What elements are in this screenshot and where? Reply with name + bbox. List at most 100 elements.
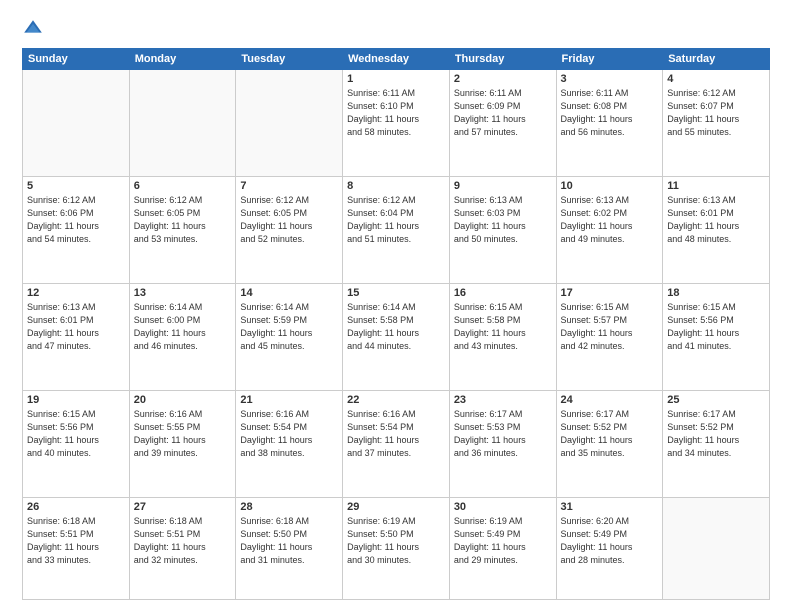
calendar-week-2: 12 Sunrise: 6:13 AM Sunset: 6:01 PM Dayli… [23,284,770,391]
calendar-cell: 13 Sunrise: 6:14 AM Sunset: 6:00 PM Dayli… [129,284,236,391]
day-number: 16 [454,287,552,299]
day-info: Sunrise: 6:15 AM Sunset: 5:56 PM Dayligh… [27,408,125,460]
day-info: Sunrise: 6:12 AM Sunset: 6:06 PM Dayligh… [27,194,125,246]
calendar-cell [236,70,343,177]
weekday-header-friday: Friday [556,49,663,70]
page: SundayMondayTuesdayWednesdayThursdayFrid… [0,0,792,612]
day-number: 18 [667,287,765,299]
day-number: 13 [134,287,232,299]
calendar-week-3: 19 Sunrise: 6:15 AM Sunset: 5:56 PM Dayli… [23,391,770,498]
calendar-cell: 20 Sunrise: 6:16 AM Sunset: 5:55 PM Dayli… [129,391,236,498]
weekday-header-thursday: Thursday [449,49,556,70]
day-number: 24 [561,394,659,406]
day-info: Sunrise: 6:19 AM Sunset: 5:50 PM Dayligh… [347,515,445,567]
calendar-cell: 19 Sunrise: 6:15 AM Sunset: 5:56 PM Dayli… [23,391,130,498]
day-number: 31 [561,501,659,513]
day-info: Sunrise: 6:19 AM Sunset: 5:49 PM Dayligh… [454,515,552,567]
calendar-cell: 25 Sunrise: 6:17 AM Sunset: 5:52 PM Dayli… [663,391,770,498]
day-number: 5 [27,180,125,192]
weekday-header-wednesday: Wednesday [343,49,450,70]
day-number: 3 [561,73,659,85]
day-number: 1 [347,73,445,85]
logo [22,18,48,40]
calendar-cell: 29Sunrise: 6:19 AM Sunset: 5:50 PM Dayli… [343,498,450,600]
weekday-header-monday: Monday [129,49,236,70]
calendar-cell: 31 Sunrise: 6:20 AM Sunset: 5:49 PM Dayli… [556,498,663,600]
calendar-table: SundayMondayTuesdayWednesdayThursdayFrid… [22,48,770,600]
calendar-cell: 24Sunrise: 6:17 AM Sunset: 5:52 PM Dayli… [556,391,663,498]
day-number: 2 [454,73,552,85]
calendar-cell: 23 Sunrise: 6:17 AM Sunset: 5:53 PM Dayli… [449,391,556,498]
calendar-week-1: 5 Sunrise: 6:12 AM Sunset: 6:06 PM Daylig… [23,177,770,284]
day-info: Sunrise: 6:16 AM Sunset: 5:55 PM Dayligh… [134,408,232,460]
day-number: 23 [454,394,552,406]
calendar-cell: 7 Sunrise: 6:12 AM Sunset: 6:05 PM Daylig… [236,177,343,284]
day-info: Sunrise: 6:17 AM Sunset: 5:52 PM Dayligh… [667,408,765,460]
day-info: Sunrise: 6:18 AM Sunset: 5:51 PM Dayligh… [134,515,232,567]
calendar-week-4: 26 Sunrise: 6:18 AM Sunset: 5:51 PM Dayli… [23,498,770,600]
calendar-week-0: 1Sunrise: 6:11 AM Sunset: 6:10 PM Daylig… [23,70,770,177]
calendar-cell: 3 Sunrise: 6:11 AM Sunset: 6:08 PM Daylig… [556,70,663,177]
day-number: 20 [134,394,232,406]
day-info: Sunrise: 6:11 AM Sunset: 6:08 PM Dayligh… [561,87,659,139]
day-info: Sunrise: 6:12 AM Sunset: 6:05 PM Dayligh… [240,194,338,246]
calendar-cell: 15Sunrise: 6:14 AM Sunset: 5:58 PM Dayli… [343,284,450,391]
day-info: Sunrise: 6:15 AM Sunset: 5:57 PM Dayligh… [561,301,659,353]
day-info: Sunrise: 6:16 AM Sunset: 5:54 PM Dayligh… [240,408,338,460]
day-info: Sunrise: 6:14 AM Sunset: 5:59 PM Dayligh… [240,301,338,353]
calendar-cell [23,70,130,177]
day-number: 17 [561,287,659,299]
day-info: Sunrise: 6:15 AM Sunset: 5:56 PM Dayligh… [667,301,765,353]
calendar-cell: 16Sunrise: 6:15 AM Sunset: 5:58 PM Dayli… [449,284,556,391]
day-info: Sunrise: 6:17 AM Sunset: 5:53 PM Dayligh… [454,408,552,460]
header [22,18,770,40]
day-info: Sunrise: 6:14 AM Sunset: 5:58 PM Dayligh… [347,301,445,353]
calendar-cell: 22Sunrise: 6:16 AM Sunset: 5:54 PM Dayli… [343,391,450,498]
calendar-cell: 10 Sunrise: 6:13 AM Sunset: 6:02 PM Dayli… [556,177,663,284]
calendar-cell: 2Sunrise: 6:11 AM Sunset: 6:09 PM Daylig… [449,70,556,177]
day-info: Sunrise: 6:12 AM Sunset: 6:05 PM Dayligh… [134,194,232,246]
day-info: Sunrise: 6:20 AM Sunset: 5:49 PM Dayligh… [561,515,659,567]
day-number: 7 [240,180,338,192]
day-number: 19 [27,394,125,406]
calendar-cell: 30 Sunrise: 6:19 AM Sunset: 5:49 PM Dayli… [449,498,556,600]
day-info: Sunrise: 6:13 AM Sunset: 6:03 PM Dayligh… [454,194,552,246]
calendar-cell: 28Sunrise: 6:18 AM Sunset: 5:50 PM Dayli… [236,498,343,600]
day-number: 11 [667,180,765,192]
day-number: 30 [454,501,552,513]
day-info: Sunrise: 6:18 AM Sunset: 5:51 PM Dayligh… [27,515,125,567]
weekday-header-tuesday: Tuesday [236,49,343,70]
calendar-cell [129,70,236,177]
day-number: 22 [347,394,445,406]
day-number: 25 [667,394,765,406]
day-number: 27 [134,501,232,513]
day-number: 21 [240,394,338,406]
day-number: 6 [134,180,232,192]
day-info: Sunrise: 6:18 AM Sunset: 5:50 PM Dayligh… [240,515,338,567]
day-number: 8 [347,180,445,192]
calendar-cell: 26 Sunrise: 6:18 AM Sunset: 5:51 PM Dayli… [23,498,130,600]
day-info: Sunrise: 6:12 AM Sunset: 6:04 PM Dayligh… [347,194,445,246]
calendar-cell: 1Sunrise: 6:11 AM Sunset: 6:10 PM Daylig… [343,70,450,177]
calendar-cell: 8 Sunrise: 6:12 AM Sunset: 6:04 PM Daylig… [343,177,450,284]
calendar-cell: 11Sunrise: 6:13 AM Sunset: 6:01 PM Dayli… [663,177,770,284]
day-info: Sunrise: 6:13 AM Sunset: 6:02 PM Dayligh… [561,194,659,246]
day-info: Sunrise: 6:14 AM Sunset: 6:00 PM Dayligh… [134,301,232,353]
calendar-cell: 9Sunrise: 6:13 AM Sunset: 6:03 PM Daylig… [449,177,556,284]
day-number: 12 [27,287,125,299]
calendar-cell: 18 Sunrise: 6:15 AM Sunset: 5:56 PM Dayli… [663,284,770,391]
calendar-cell: 5 Sunrise: 6:12 AM Sunset: 6:06 PM Daylig… [23,177,130,284]
day-number: 14 [240,287,338,299]
day-info: Sunrise: 6:13 AM Sunset: 6:01 PM Dayligh… [27,301,125,353]
day-number: 26 [27,501,125,513]
weekday-header-saturday: Saturday [663,49,770,70]
calendar-cell: 12 Sunrise: 6:13 AM Sunset: 6:01 PM Dayli… [23,284,130,391]
calendar-cell [663,498,770,600]
weekday-header-row: SundayMondayTuesdayWednesdayThursdayFrid… [23,49,770,70]
day-number: 10 [561,180,659,192]
logo-icon [22,18,44,40]
calendar-cell: 27 Sunrise: 6:18 AM Sunset: 5:51 PM Dayli… [129,498,236,600]
calendar-cell: 6 Sunrise: 6:12 AM Sunset: 6:05 PM Daylig… [129,177,236,284]
weekday-header-sunday: Sunday [23,49,130,70]
calendar-cell: 14 Sunrise: 6:14 AM Sunset: 5:59 PM Dayli… [236,284,343,391]
